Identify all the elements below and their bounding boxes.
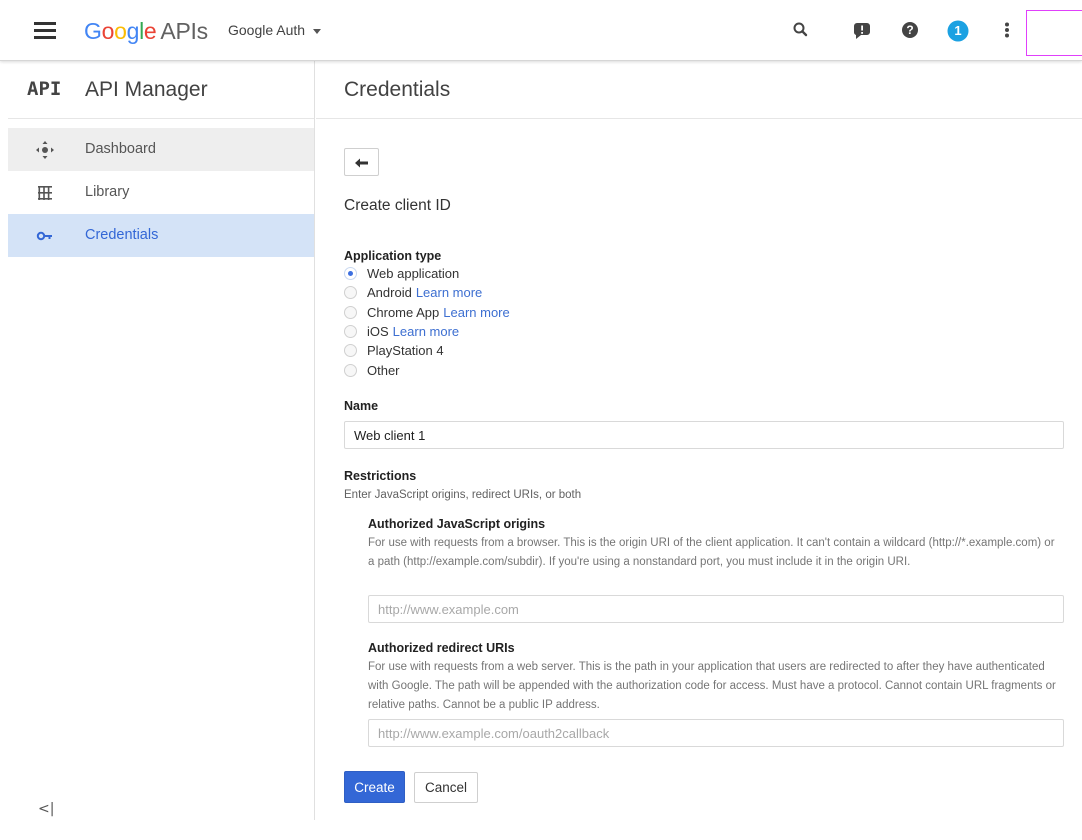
sidebar-nav: Dashboard Library Credentials xyxy=(8,128,314,257)
radio-playstation-4[interactable]: PlayStation 4 xyxy=(344,341,510,360)
radio-button[interactable] xyxy=(344,363,357,377)
sidebar-item-library[interactable]: Library xyxy=(8,171,314,214)
sidebar: API API Manager Dashboard Library Creden… xyxy=(8,61,315,820)
sidebar-item-label: Dashboard xyxy=(85,141,156,157)
caret-down-icon xyxy=(313,28,322,34)
restrictions-description: Enter JavaScript origins, redirect URIs,… xyxy=(344,489,582,501)
radio-web-application[interactable]: Web application xyxy=(344,264,510,283)
key-icon xyxy=(35,226,55,246)
main-header: Credentials xyxy=(316,61,1082,119)
top-app-bar: Google APIs Google Auth ? 1 xyxy=(0,0,1082,61)
js-origins-input[interactable] xyxy=(368,595,1064,623)
radio-label: PlayStation 4 xyxy=(367,343,444,359)
search-icon[interactable] xyxy=(790,19,812,41)
collapse-sidebar-icon[interactable]: <| xyxy=(38,801,54,817)
notifications-badge[interactable]: 1 xyxy=(946,19,969,42)
radio-label: Chrome App xyxy=(367,304,440,320)
radio-label: iOS xyxy=(367,324,389,340)
js-origins-section: Authorized JavaScript origins For use wi… xyxy=(368,517,1064,572)
radio-ios[interactable]: iOS Learn more xyxy=(344,322,510,341)
cancel-button[interactable]: Cancel xyxy=(414,772,478,803)
back-arrow-icon xyxy=(355,158,368,168)
name-label: Name xyxy=(344,399,379,413)
redirect-uris-title: Authorized redirect URIs xyxy=(368,641,515,655)
api-logo-mark: API xyxy=(27,78,62,100)
sidebar-item-label: Credentials xyxy=(85,227,159,243)
radio-button[interactable] xyxy=(344,286,357,300)
application-type-radio-group: Web application Android Learn more Chrom… xyxy=(344,264,510,380)
create-button[interactable]: Create xyxy=(344,771,405,803)
sidebar-item-credentials[interactable]: Credentials xyxy=(8,214,314,257)
application-type-label: Application type xyxy=(344,249,442,263)
dashboard-icon xyxy=(35,140,55,160)
more-vert-icon[interactable] xyxy=(996,19,1018,41)
page-title: Credentials xyxy=(344,78,451,101)
radio-button[interactable] xyxy=(344,344,357,358)
radio-android[interactable]: Android Learn more xyxy=(344,283,510,302)
sidebar-header: API API Manager xyxy=(8,61,314,119)
js-origins-title: Authorized JavaScript origins xyxy=(368,517,546,531)
sidebar-item-label: Library xyxy=(85,184,130,200)
feedback-icon[interactable] xyxy=(851,19,873,41)
sidebar-title[interactable]: API Manager xyxy=(85,78,208,102)
restrictions-label: Restrictions xyxy=(344,469,417,483)
section-title: Create client ID xyxy=(344,197,451,214)
notification-count: 1 xyxy=(954,23,962,38)
radio-label: Web application xyxy=(367,266,460,282)
google-apis-logo[interactable]: Google APIs xyxy=(84,17,208,45)
help-icon[interactable]: ? xyxy=(899,19,921,41)
radio-other[interactable]: Other xyxy=(344,360,510,379)
radio-button[interactable] xyxy=(344,325,357,339)
menu-icon[interactable] xyxy=(34,22,56,39)
redirect-uris-input[interactable] xyxy=(368,719,1064,747)
redirect-uris-description: For use with requests from a web server.… xyxy=(368,661,1056,711)
radio-label: Other xyxy=(367,362,400,378)
js-origins-description: For use with requests from a browser. Th… xyxy=(368,537,1055,568)
learn-more-link[interactable]: Learn more xyxy=(443,305,509,320)
svg-text:?: ? xyxy=(906,23,913,37)
library-icon xyxy=(35,183,55,203)
name-input[interactable] xyxy=(344,421,1064,449)
project-selector[interactable]: Google Auth xyxy=(228,22,322,38)
redirect-uris-section: Authorized redirect URIs For use with re… xyxy=(368,641,1064,715)
account-area[interactable] xyxy=(1026,10,1082,56)
radio-button[interactable] xyxy=(344,267,357,281)
back-button[interactable] xyxy=(344,148,379,176)
radio-chrome-app[interactable]: Chrome App Learn more xyxy=(344,303,510,322)
learn-more-link[interactable]: Learn more xyxy=(416,285,482,300)
radio-button[interactable] xyxy=(344,305,357,319)
radio-label: Android xyxy=(367,285,412,301)
sidebar-item-dashboard[interactable]: Dashboard xyxy=(8,128,314,171)
learn-more-link[interactable]: Learn more xyxy=(393,324,459,339)
project-name: Google Auth xyxy=(228,22,306,38)
